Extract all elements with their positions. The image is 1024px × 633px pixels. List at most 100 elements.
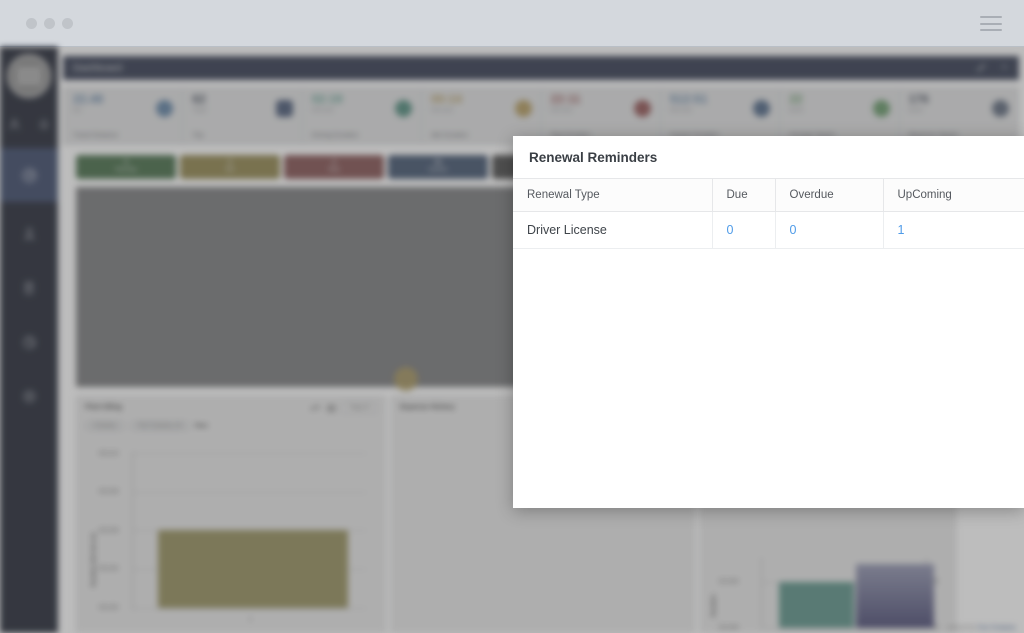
user-icon[interactable] <box>7 117 22 132</box>
y-tick: 00:12:05 <box>99 489 118 495</box>
y-tick: 02:14:40 <box>719 625 738 631</box>
status-pill-idle[interactable]: 0 Idle <box>180 155 280 179</box>
y-tick: 00:11:55 <box>99 566 118 572</box>
metric-card[interactable]: 62 Total Trip <box>183 88 302 144</box>
minimize-button[interactable] <box>44 18 55 29</box>
powered-prefix: powered by <box>947 625 977 631</box>
modal-title: Renewal Reminders <box>513 136 1024 178</box>
inactive-icon <box>753 100 770 117</box>
hamburger-icon[interactable] <box>980 16 1002 31</box>
breadcrumb-chip-company[interactable]: Company <box>85 421 125 431</box>
gridline <box>132 492 367 493</box>
metric-card[interactable]: 02:19 HH:mm Driving Duration <box>303 88 422 144</box>
idle-icon <box>515 100 532 117</box>
window-controls[interactable] <box>26 18 73 29</box>
maximize-button[interactable] <box>62 18 73 29</box>
metric-label: Idle Duration <box>431 132 468 139</box>
breadcrumb: Company Test Company Ltd Days <box>85 421 208 431</box>
bar-idling[interactable] <box>158 530 348 608</box>
pill-count: 54 <box>435 160 442 167</box>
y-axis-line <box>761 557 762 628</box>
card-tools: Today ⇅ <box>310 402 377 414</box>
y-axis-line <box>132 451 133 611</box>
y-tick: 02:14:20 <box>719 579 738 585</box>
pencil-icon[interactable] <box>976 63 986 73</box>
scope-label: Days <box>195 423 208 429</box>
renewal-reminders-modal: Renewal Reminders Renewal Type Due Overd… <box>513 136 1024 508</box>
driver-icon <box>21 226 38 243</box>
sidebar-item-reports[interactable] <box>0 315 58 369</box>
powered-brand[interactable]: Your Company <box>977 625 1016 631</box>
column-header-renewal-type[interactable]: Renewal Type <box>513 179 712 212</box>
device-icon <box>21 280 37 296</box>
line-chart-icon[interactable] <box>310 404 321 413</box>
speed-icon <box>873 100 890 117</box>
metric-label: Driving Duration <box>312 132 359 139</box>
gridline <box>132 453 367 454</box>
y-axis-label: Duration (hh:mm:ss) <box>91 533 97 587</box>
table-icon[interactable] <box>327 404 336 413</box>
sidebar-top-icons <box>0 107 58 141</box>
bell-icon[interactable] <box>37 117 51 131</box>
pill-count: 4 <box>124 160 127 167</box>
speedometer-icon <box>20 166 39 185</box>
column-header-overdue[interactable]: Overdue <box>775 179 883 212</box>
cell-overdue[interactable]: 0 <box>775 212 883 249</box>
table-row[interactable]: Driver License 0 0 1 <box>513 212 1024 249</box>
breadcrumb-chip-entity[interactable]: Test Company Ltd <box>130 421 190 431</box>
powered-by: powered by Your Company <box>947 625 1016 631</box>
sidebar-item-settings[interactable] <box>0 369 58 423</box>
pill-label: Running <box>116 167 137 174</box>
pie-chart-icon <box>21 334 38 351</box>
table-header-row: Renewal Type Due Overdue UpComing <box>513 179 1024 212</box>
sidebar-item-drivers[interactable] <box>0 207 58 261</box>
pill-label: Idle <box>226 167 235 174</box>
card-title: Fleet Idling <box>85 404 122 411</box>
date-range-button[interactable]: Today ⇅ <box>342 402 377 414</box>
bar-series-b[interactable] <box>856 564 934 628</box>
sidebar <box>0 47 58 633</box>
y-axis-label: Duration <box>711 594 717 617</box>
column-header-upcoming[interactable]: UpComing <box>883 179 1024 212</box>
gridline <box>761 628 926 629</box>
cell-due[interactable]: 0 <box>712 212 775 249</box>
map-marker-cluster[interactable] <box>394 367 418 391</box>
card-title: Expense History <box>400 404 455 411</box>
steering-wheel-icon <box>395 100 412 117</box>
cell-renewal-type: Driver License <box>513 212 712 249</box>
renewal-reminders-table: Renewal Type Due Overdue UpComing Driver… <box>513 178 1024 249</box>
fleet-idling-chart: Duration (hh:mm:ss) 00:12:10 00:12:05 00… <box>77 437 387 633</box>
trip-icon <box>276 100 293 117</box>
page-header: Dashboard <box>63 56 1019 80</box>
close-button[interactable] <box>26 18 37 29</box>
pill-label: Inactive <box>429 167 448 174</box>
pill-label: Stop <box>328 167 339 174</box>
column-header-due[interactable]: Due <box>712 179 775 212</box>
app-window: Dashboard 22.48 km Travel Distance 62 To <box>0 0 1024 633</box>
company-duration-chart: Duration 02:14:20 02:14:40 22 21 1 Compa… <box>701 547 957 633</box>
stop-icon <box>634 100 651 117</box>
metric-label: Travel Distance <box>73 132 118 139</box>
pill-count: 0 <box>228 160 231 167</box>
metric-card[interactable]: 22.48 km Travel Distance <box>64 88 183 144</box>
status-pill-stop[interactable]: 3 Stop <box>284 155 384 179</box>
date-range-label: Today <box>349 405 364 411</box>
bar-series-a[interactable] <box>779 582 854 628</box>
max-speed-icon <box>992 100 1009 117</box>
status-pill-running[interactable]: 4 Running <box>76 155 176 179</box>
y-tick: 00:12:00 <box>99 528 118 534</box>
gear-icon <box>21 388 38 405</box>
sidebar-item-dashboard[interactable] <box>0 148 58 202</box>
cell-upcoming[interactable]: 1 <box>883 212 1024 249</box>
sidebar-item-devices[interactable] <box>0 261 58 315</box>
y-tick: 00:11:50 <box>99 605 118 611</box>
y-tick: 00:12:10 <box>99 451 118 457</box>
question-mark-icon[interactable] <box>999 63 1009 73</box>
fleet-idling-card: Fleet Idling Today ⇅ Company Test Compan… <box>76 396 386 633</box>
page-title: Dashboard <box>73 63 122 74</box>
window-titlebar <box>0 0 1024 47</box>
x-tick: 1 <box>249 617 252 623</box>
status-pill-inactive[interactable]: 54 Inactive <box>388 155 488 179</box>
gridline <box>132 608 367 609</box>
company-logo[interactable] <box>7 54 51 98</box>
